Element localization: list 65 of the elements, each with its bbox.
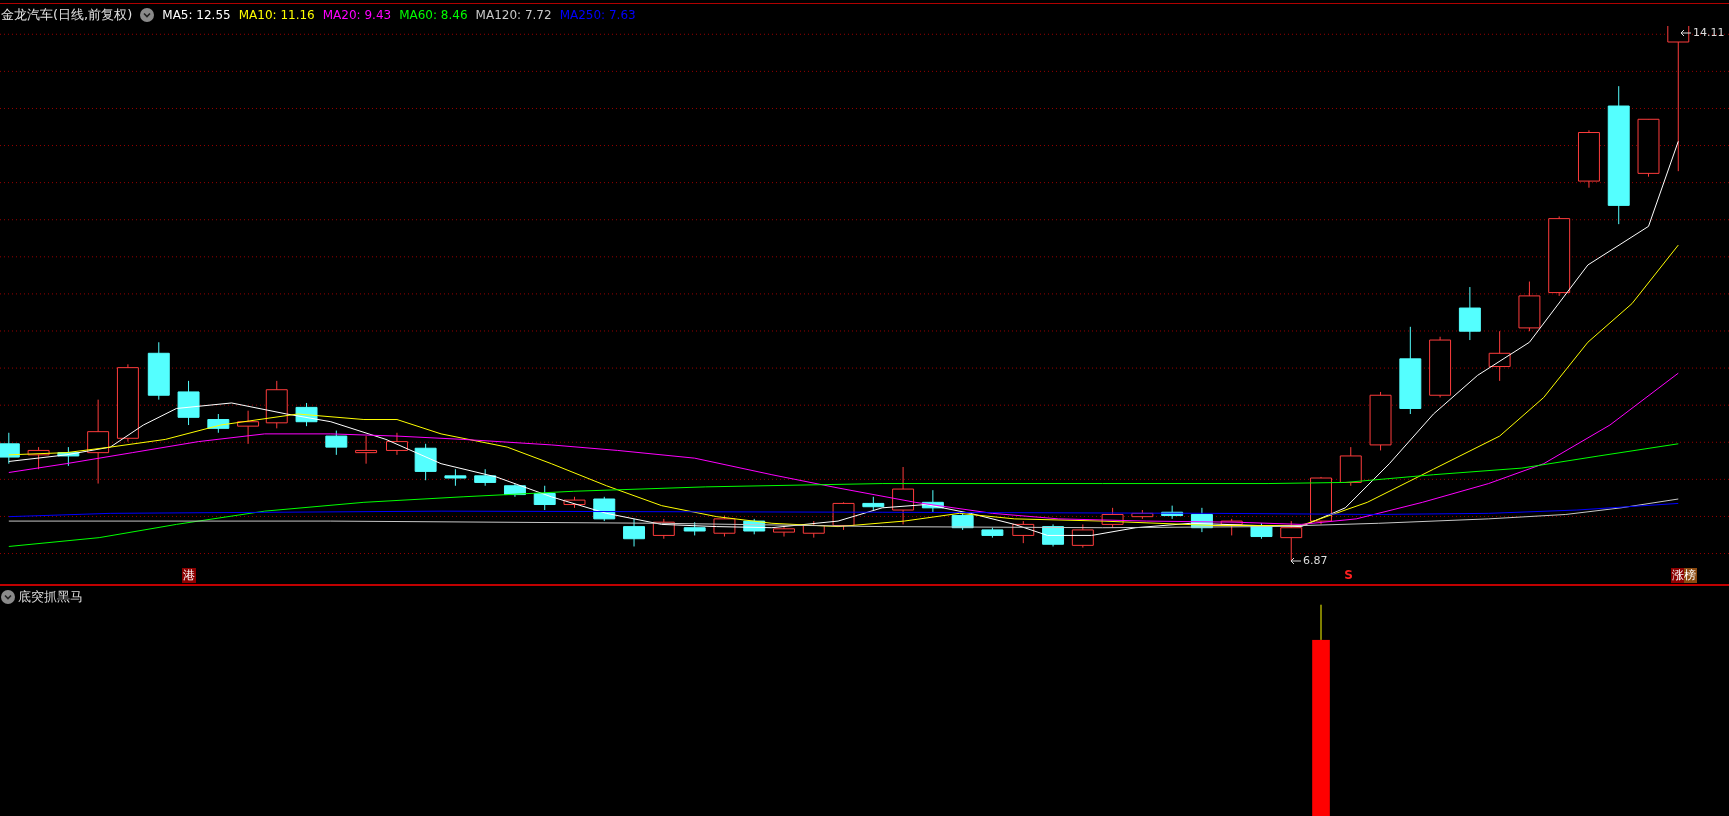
price-label-text: 6.87 [1303, 554, 1328, 567]
candlestick [1280, 520, 1303, 562]
dropdown-icon[interactable] [140, 8, 155, 22]
candlestick [533, 485, 556, 511]
price-label-text: 14.11 [1693, 26, 1725, 39]
candlestick [743, 518, 766, 535]
candlestick [1488, 330, 1511, 382]
candlestick [1458, 286, 1481, 341]
candlestick [862, 496, 885, 511]
moving-average-value: MA250: 7.63 [559, 8, 636, 22]
candlestick [1339, 446, 1362, 487]
candlestick [0, 432, 20, 465]
candlestick [1042, 523, 1065, 547]
candlestick [355, 435, 378, 465]
signal-marker: S [1343, 568, 1354, 583]
candlestick [652, 518, 675, 540]
candlestick [623, 518, 645, 547]
event-tag: 涨榜 [1670, 568, 1697, 583]
candlestick [1012, 520, 1035, 544]
candlestick [325, 430, 348, 456]
candlestick [981, 527, 1004, 539]
candlestick [683, 521, 706, 536]
candlestick [1190, 507, 1213, 533]
moving-average-value: MA120: 7.72 [475, 8, 552, 22]
moving-average-value: MA20: 9.43 [322, 8, 392, 22]
moving-average-value: MA10: 11.16 [238, 8, 315, 22]
indicator-title: 底突抓黑马 [18, 588, 83, 606]
candlestick [1071, 523, 1094, 549]
candlestick [177, 380, 200, 426]
candlestick [27, 446, 50, 470]
event-tag: 港 [181, 568, 196, 583]
arrow-icon [1680, 28, 1692, 37]
candlestick [386, 432, 408, 456]
stock-title: 金龙汽车(日线,前复权) [1, 6, 133, 24]
candlestick [713, 515, 736, 538]
candlestick [414, 443, 437, 481]
candlestick [474, 468, 497, 487]
candlestick [1101, 507, 1124, 529]
candlestick [1518, 281, 1541, 332]
candlestick [892, 466, 915, 525]
moving-average-value: MA60: 8.46 [399, 8, 468, 22]
moving-average-value: MA5: 12.55 [162, 8, 231, 22]
candlestick [1161, 505, 1184, 520]
arrow-icon [1290, 556, 1302, 565]
candlestick [504, 483, 526, 498]
candlestick [951, 512, 974, 531]
candlestick [1429, 336, 1452, 398]
candlestick [147, 341, 170, 401]
candlestick [295, 402, 318, 427]
candlestick [921, 489, 944, 513]
candlestick [1220, 518, 1243, 536]
candlestick [563, 496, 586, 509]
candlestick [57, 446, 80, 467]
candlestick [1637, 118, 1660, 178]
candlestick [207, 413, 230, 434]
candlestick [1131, 509, 1154, 520]
candlestick [802, 520, 825, 539]
candlestick [444, 468, 467, 487]
candlestick [1578, 129, 1600, 189]
dropdown-icon[interactable] [1, 590, 15, 604]
candlestick [237, 410, 260, 445]
candlestick [773, 526, 795, 538]
candlestick [1369, 391, 1392, 451]
candlestick [265, 380, 288, 429]
candlestick [1250, 522, 1273, 540]
